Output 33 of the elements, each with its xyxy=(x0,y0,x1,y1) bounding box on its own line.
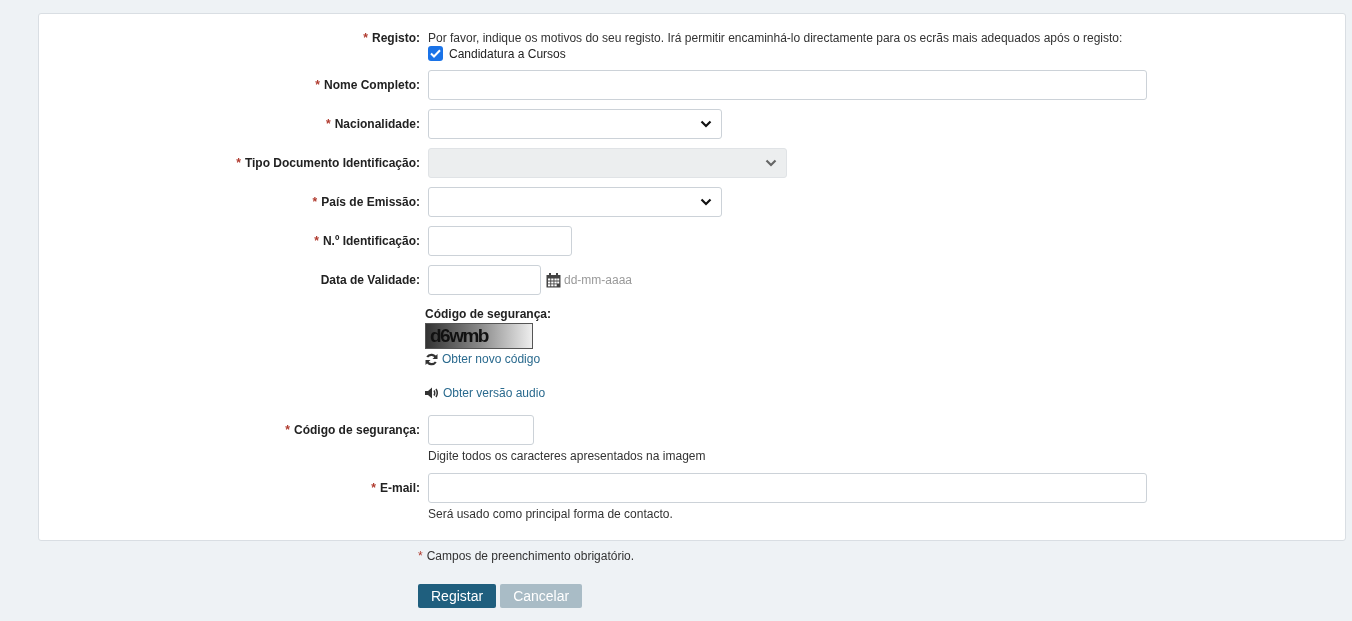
field-label: * Nacionalidade: xyxy=(325,117,420,131)
form-button[interactable]: Registar xyxy=(418,584,497,608)
required-fields-note: * Campos de preenchimento obrigatório. xyxy=(418,548,636,564)
text-field[interactable] xyxy=(428,473,1147,503)
help-text: Será usado como principal forma de contacto. xyxy=(428,506,673,522)
date-format-hint: dd-mm-aaaa xyxy=(564,273,633,287)
date-field[interactable] xyxy=(428,265,541,295)
dropdown[interactable] xyxy=(428,187,722,217)
instruction-text: Por favor, indique os motivos do seu registo. Irá permitir encaminhá-lo directamente para os ecrãs mais adequados após o registo: xyxy=(428,30,1123,46)
help-text: Digite todos os caracteres apresentados na imagem xyxy=(428,448,706,464)
text-field[interactable] xyxy=(428,226,572,256)
refresh-icon[interactable] xyxy=(425,352,438,366)
text-field[interactable] xyxy=(428,70,1147,100)
field-label: * Registo: xyxy=(363,31,420,45)
field-label: * E-mail: xyxy=(371,481,420,495)
chevron-down-icon xyxy=(700,120,712,128)
audio-version-link[interactable]: Obter versão audio xyxy=(443,385,546,401)
field-label: * Tipo Documento Identificação: xyxy=(236,156,420,170)
chevron-down-icon xyxy=(700,198,712,206)
captcha-title: Código de segurança: xyxy=(425,307,552,321)
field-label: * N.º Identificação: xyxy=(314,234,420,248)
field-label: * Nome Completo: xyxy=(315,78,420,92)
dropdown[interactable] xyxy=(428,109,722,139)
chevron-down-icon xyxy=(765,159,777,167)
field-label: Data de Validade: xyxy=(320,273,420,287)
checkbox-option[interactable]: Candidatura a Cursos xyxy=(428,46,566,61)
new-code-link[interactable]: Obter novo código xyxy=(442,351,541,367)
calendar-icon[interactable] xyxy=(546,272,561,288)
field-label: * País de Emissão: xyxy=(312,195,420,209)
speaker-icon[interactable] xyxy=(425,387,439,399)
text-field[interactable] xyxy=(428,415,534,445)
field-label: * Código de segurança: xyxy=(285,423,420,437)
checkbox[interactable] xyxy=(428,46,443,61)
